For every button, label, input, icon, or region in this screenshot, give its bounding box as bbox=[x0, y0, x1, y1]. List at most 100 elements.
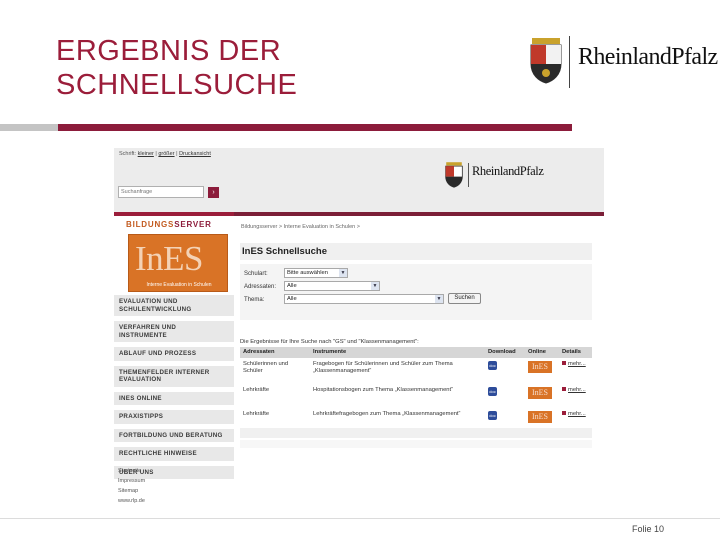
slide-title: ERGEBNIS DER SCHNELLSUCHE bbox=[56, 34, 297, 102]
footer-link-rlp[interactable]: www.rlp.de bbox=[118, 496, 145, 506]
cell-adressaten: Lehrkräfte bbox=[240, 383, 310, 408]
site-header: Schrift: kleiner | größer | Druckansicht… bbox=[114, 148, 604, 212]
logo-separator bbox=[468, 163, 469, 187]
download-icon[interactable]: doc bbox=[488, 387, 497, 396]
slide-title-line2: SCHNELLSUCHE bbox=[56, 69, 298, 101]
ines-online-icon[interactable]: InES bbox=[528, 361, 552, 373]
quick-search-form: Schulart: Bitte auswählen ▼ Adressaten: A… bbox=[240, 264, 592, 320]
thema-label: Thema: bbox=[244, 297, 265, 303]
bildungsserver-logo[interactable]: BILDUNGSSERVER bbox=[126, 221, 230, 231]
chevron-down-icon: ▼ bbox=[339, 269, 347, 277]
site-rlp-logo[interactable]: RheinlandPfalz bbox=[444, 162, 554, 188]
sidebar-item-label: FORTBILDUNG UND BERATUNG bbox=[119, 431, 223, 439]
sidebar-item-ablauf[interactable]: ABLAUF UND PROZESS bbox=[114, 346, 234, 361]
sidebar-item-evaluation[interactable]: EVALUATION UND SCHULENTWICKLUNG bbox=[114, 294, 234, 316]
ines-banner[interactable]: InES Interne Evaluation in Schulen bbox=[128, 234, 228, 292]
cell-adressaten: Schülerinnen und Schüler bbox=[240, 358, 310, 384]
title-underline-red bbox=[58, 124, 572, 131]
chevron-down-icon: ▼ bbox=[435, 295, 443, 303]
search-submit-button[interactable]: › bbox=[208, 187, 219, 198]
download-icon[interactable]: doc bbox=[488, 361, 497, 370]
font-size-label: Schrift: bbox=[119, 151, 138, 157]
table-row: Lehrkräfte Hospitationsbogen zum Thema „… bbox=[240, 383, 592, 408]
chevron-down-icon: ▼ bbox=[371, 282, 379, 290]
ines-online-icon[interactable]: InES bbox=[528, 387, 552, 399]
col-header-details: Details bbox=[559, 347, 592, 358]
cell-instrument: Fragebogen für Schülerinnen und Schüler … bbox=[310, 358, 485, 384]
sidebar-item-verfahren[interactable]: VERFAHREN UND INSTRUMENTE bbox=[114, 320, 234, 342]
print-view-link[interactable]: Druckansicht bbox=[179, 151, 211, 157]
col-header-download: Download bbox=[485, 347, 525, 358]
sidebar-item-rechtliches[interactable]: RECHTLICHE HINWEISE bbox=[114, 446, 234, 461]
font-smaller-link[interactable]: kleiner bbox=[138, 151, 154, 157]
schulart-select[interactable]: Bitte auswählen ▼ bbox=[284, 268, 348, 278]
sidebar-nav: EVALUATION UND SCHULENTWICKLUNG VERFAHRE… bbox=[114, 294, 234, 479]
sidebar-footer-links: Startseite Impressum Sitemap www.rlp.de bbox=[118, 466, 145, 506]
sidebar-item-label: PRAXISTIPPS bbox=[119, 413, 164, 420]
bullet-icon bbox=[562, 387, 566, 392]
font-larger-link[interactable]: größer bbox=[158, 151, 174, 157]
table-footer-bar bbox=[240, 440, 592, 448]
site-logo-wordmark: RheinlandPfalz bbox=[472, 164, 544, 178]
sidebar-item-label: ABLAUF UND PROZESS bbox=[119, 350, 197, 357]
details-link[interactable]: mehr... bbox=[562, 411, 586, 418]
logo-wordmark: RheinlandPfalz bbox=[578, 44, 718, 70]
thema-value: Alle bbox=[287, 296, 297, 302]
details-link[interactable]: mehr... bbox=[562, 361, 586, 368]
site-search-input[interactable] bbox=[118, 186, 204, 198]
sidebar-item-label: VERFAHREN UND INSTRUMENTE bbox=[119, 324, 177, 339]
details-link[interactable]: mehr... bbox=[562, 387, 586, 394]
col-header-instrumente: Instrumente bbox=[310, 347, 485, 358]
details-label: mehr... bbox=[568, 361, 586, 367]
download-icon[interactable]: doc bbox=[488, 411, 497, 420]
footer-link-impressum[interactable]: Impressum bbox=[118, 476, 145, 486]
sidebar-item-label: EVALUATION UND SCHULENTWICKLUNG bbox=[119, 298, 192, 313]
footer-link-sitemap[interactable]: Sitemap bbox=[118, 486, 145, 496]
details-label: mehr... bbox=[568, 411, 586, 417]
details-cell: mehr... bbox=[559, 358, 592, 384]
schulart-label: Schulart: bbox=[244, 271, 268, 277]
font-size-controls: Schrift: kleiner | größer | Druckansicht bbox=[119, 150, 211, 158]
coat-of-arms-icon bbox=[445, 162, 463, 188]
sidebar-item-label: INES ONLINE bbox=[119, 394, 162, 402]
online-cell: InES bbox=[525, 383, 559, 408]
sidebar-item-ines-online[interactable]: INES ONLINE bbox=[114, 390, 234, 405]
thema-select[interactable]: Alle ▼ bbox=[284, 294, 444, 304]
title-underline-grey bbox=[0, 124, 58, 131]
results-caption: Die Ergebnisse für Ihre Suche nach "GS" … bbox=[240, 339, 419, 345]
col-header-adressaten: Adressaten bbox=[240, 347, 310, 358]
cell-instrument: Hospitationsbogen zum Thema „Klassenmana… bbox=[310, 383, 485, 408]
ines-tagline: Interne Evaluation in Schulen bbox=[146, 282, 212, 288]
page-title: InES Schnellsuche bbox=[240, 243, 592, 260]
details-label: mehr... bbox=[568, 387, 586, 393]
table-footer-bar bbox=[240, 428, 592, 438]
logo-separator bbox=[569, 36, 570, 88]
coat-of-arms-icon bbox=[530, 38, 562, 84]
ines-online-icon[interactable]: InES bbox=[528, 411, 552, 423]
footer-divider bbox=[0, 518, 720, 519]
breadcrumb[interactable]: Bildungsserver > Interne Evaluation in S… bbox=[241, 223, 360, 231]
sidebar-item-themenfelder[interactable]: THEMENFELDER INTERNER EVALUATION bbox=[114, 364, 234, 387]
adressaten-value: Alle bbox=[287, 283, 297, 289]
slide-title-line1: ERGEBNIS DER bbox=[56, 35, 282, 67]
schulart-value: Bitte auswählen bbox=[287, 270, 328, 276]
bullet-icon bbox=[562, 411, 566, 416]
adressaten-select[interactable]: Alle ▼ bbox=[284, 281, 380, 291]
sidebar-item-praxistipps[interactable]: PRAXISTIPPS bbox=[114, 409, 234, 424]
sidebar-item-fortbildung[interactable]: FORTBILDUNG UND BERATUNG bbox=[114, 427, 234, 442]
details-cell: mehr... bbox=[559, 383, 592, 408]
table-row: Schülerinnen und Schüler Fragebogen für … bbox=[240, 358, 592, 384]
arrow-right-icon: › bbox=[212, 189, 215, 196]
adressaten-label: Adressaten: bbox=[244, 284, 277, 290]
download-cell: doc bbox=[485, 383, 525, 408]
suchen-button[interactable]: Suchen bbox=[448, 293, 481, 304]
col-header-online: Online bbox=[525, 347, 559, 358]
ines-logo: InES bbox=[135, 239, 204, 278]
website-screenshot: Schrift: kleiner | größer | Druckansicht… bbox=[114, 148, 604, 510]
bullet-icon bbox=[562, 361, 566, 366]
site-main-content: Bildungsserver > Interne Evaluation in S… bbox=[234, 216, 604, 510]
download-cell: doc bbox=[485, 358, 525, 384]
rheinland-pfalz-logo: RheinlandPfalz bbox=[528, 34, 718, 90]
footer-link-startseite[interactable]: Startseite bbox=[118, 466, 145, 476]
results-table: Adressaten Instrumente Download Online D… bbox=[240, 347, 592, 432]
